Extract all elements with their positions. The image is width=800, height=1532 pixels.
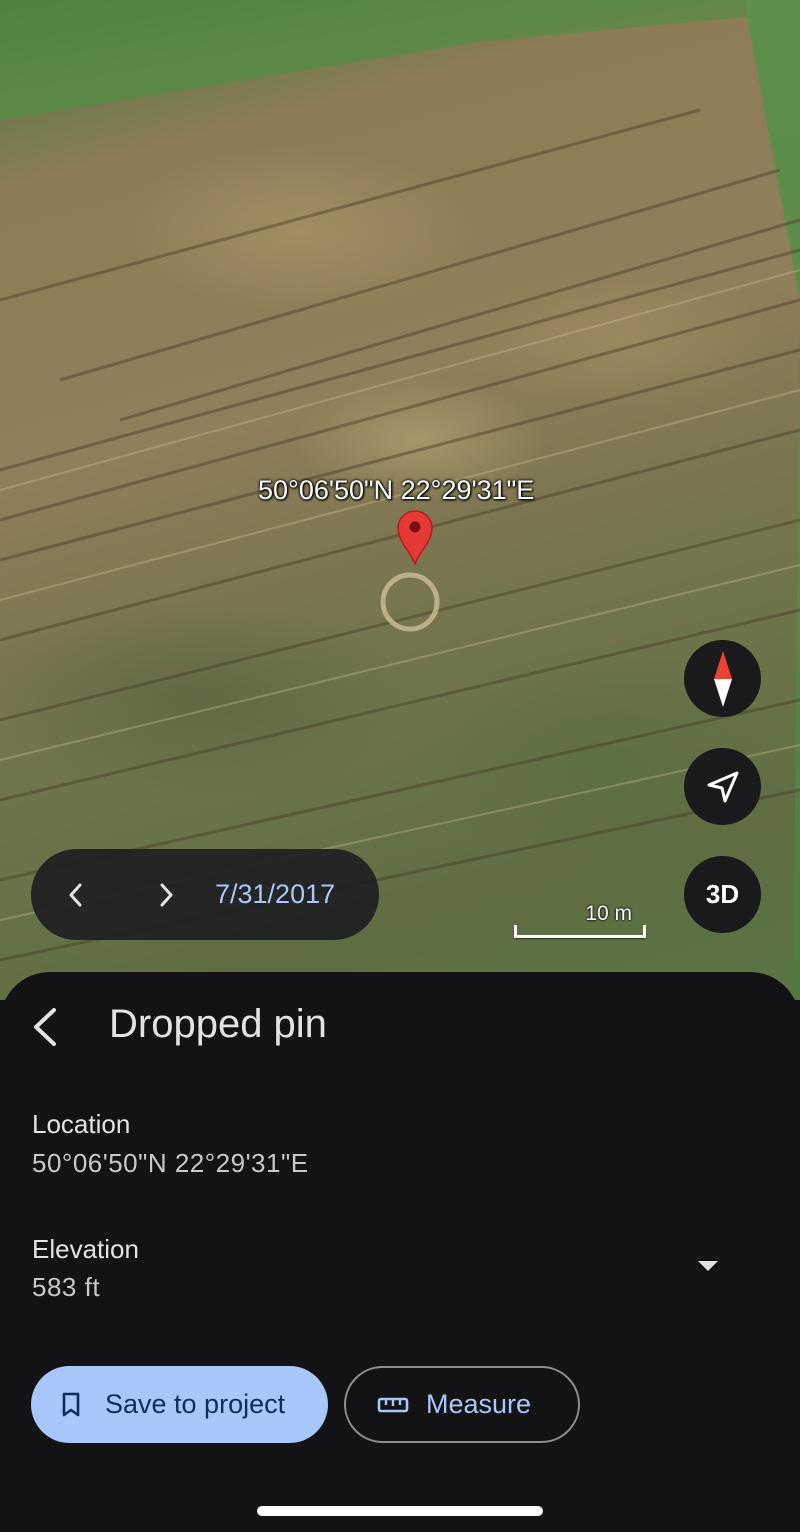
- bookmark-icon: [59, 1392, 83, 1418]
- ruler-icon: [377, 1396, 409, 1414]
- home-indicator[interactable]: [257, 1506, 543, 1516]
- elevation-value: 583 ft: [32, 1272, 101, 1302]
- chevron-right-icon: [160, 883, 173, 906]
- navigation-arrow-icon: [707, 771, 738, 802]
- back-arrow-icon[interactable]: [28, 1006, 64, 1048]
- map-scale: 10 m: [512, 900, 646, 940]
- 3d-label: 3D: [705, 879, 740, 909]
- compass-button[interactable]: [684, 640, 761, 717]
- my-location-button[interactable]: [684, 748, 761, 825]
- historical-imagery-bar: 7/31/2017: [31, 849, 379, 940]
- elevation-label: Elevation: [32, 1234, 139, 1264]
- previous-date-button[interactable]: [53, 872, 99, 918]
- save-to-project-button[interactable]: Save to project: [31, 1366, 328, 1443]
- sheet-title: Dropped pin: [109, 1002, 327, 1046]
- 3d-toggle-button[interactable]: 3D: [684, 856, 761, 933]
- location-value: 50°06'50"N 22°29'31"E: [32, 1148, 309, 1178]
- expand-dropdown-icon[interactable]: [697, 1260, 719, 1272]
- location-pin-icon[interactable]: [395, 508, 435, 566]
- chevron-left-icon: [69, 883, 82, 906]
- next-date-button[interactable]: [143, 872, 189, 918]
- measure-label: Measure: [426, 1389, 532, 1419]
- imagery-date[interactable]: 7/31/2017: [215, 879, 335, 910]
- dropped-pin-sheet: Dropped pin Location 50°06'50"N 22°29'31…: [0, 972, 800, 1532]
- pin-coordinates-label: 50°06'50"N 22°29'31"E: [258, 475, 535, 505]
- scale-label: 10 m: [585, 902, 632, 925]
- save-to-project-label: Save to project: [105, 1389, 286, 1419]
- compass-icon: [713, 650, 732, 707]
- scale-bar: [514, 925, 646, 938]
- location-label: Location: [32, 1109, 131, 1139]
- measure-button[interactable]: Measure: [344, 1366, 580, 1443]
